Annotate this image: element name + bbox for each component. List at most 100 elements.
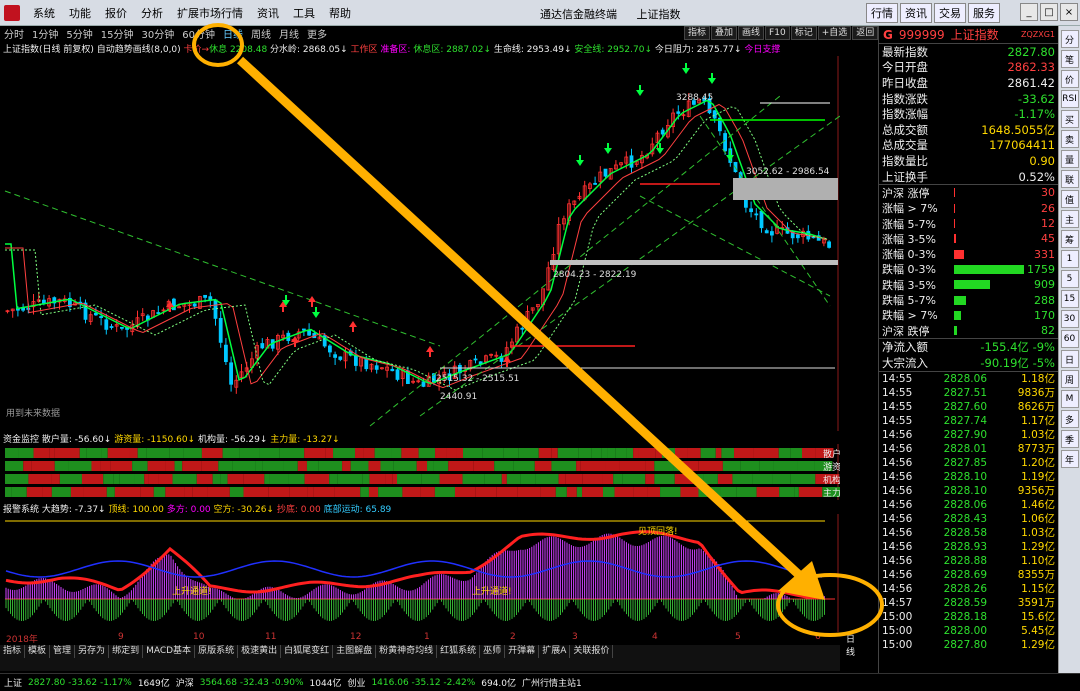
side-button[interactable]: 分 xyxy=(1060,30,1079,48)
menu-item[interactable]: 系统 xyxy=(26,5,62,21)
period-tab[interactable]: 月线 xyxy=(275,26,303,41)
chart-tool-button[interactable]: 返回 xyxy=(852,26,879,40)
quote-label: 指数涨幅 xyxy=(882,107,928,122)
x-tick-label: 9 xyxy=(118,632,124,642)
menu-item[interactable]: 扩展市场行情 xyxy=(170,5,250,21)
side-button[interactable]: RSI xyxy=(1060,90,1079,108)
indicator-tab[interactable]: 指标 xyxy=(0,645,26,658)
chart-tool-button[interactable]: 指标 xyxy=(684,26,711,40)
indicator-tab[interactable]: 极速黄出 xyxy=(238,645,282,658)
fund-flow-cell xyxy=(756,487,780,497)
side-button[interactable]: 卖 xyxy=(1060,130,1079,148)
side-button[interactable]: 60 xyxy=(1060,330,1079,348)
tick-time: 14:56 xyxy=(882,582,913,595)
chart-tool-button[interactable]: F10 xyxy=(765,26,790,40)
side-button[interactable]: 1 xyxy=(1060,250,1079,268)
menu-item[interactable]: 帮助 xyxy=(322,5,358,21)
tick-price: 2828.59 xyxy=(943,596,987,609)
chart-tool-button[interactable]: +自选 xyxy=(817,26,852,40)
x-tick-label: 5 xyxy=(735,632,741,642)
side-button[interactable]: 值 xyxy=(1060,190,1079,208)
quote-name: 上证指数 xyxy=(950,28,999,42)
fund-flow-cell xyxy=(169,448,184,458)
maximize-button[interactable]: □ xyxy=(1040,3,1058,21)
kline-chart[interactable]: 319380.9%299961.8%2880276038.2%256619.1%… xyxy=(0,56,840,431)
tick-time: 14:56 xyxy=(882,442,913,455)
menu-item[interactable]: 资讯 xyxy=(250,5,286,21)
indicator-tab[interactable]: 模板 xyxy=(25,645,51,658)
indicator-tab[interactable]: 主图解盘 xyxy=(333,645,377,658)
breadth-value: 30 xyxy=(1041,186,1055,200)
menu-item[interactable]: 报价 xyxy=(98,5,134,21)
indicator-tab[interactable]: 另存为 xyxy=(75,645,110,658)
alarm-system-chart[interactable]: 100.075.0050.0025.00见顶回落!上升通道!上升通道! xyxy=(0,514,840,632)
side-button[interactable]: 季 xyxy=(1060,430,1079,448)
chart-annotation: 用到未来数据 xyxy=(6,407,60,419)
fund-flow-cell xyxy=(435,448,447,458)
indicator-tab[interactable]: 红狐系统 xyxy=(437,645,481,658)
indicator-tab[interactable]: 白狐尾变红 xyxy=(281,645,334,658)
x-tick-label: 6 xyxy=(815,632,821,642)
fund-flow-cell xyxy=(279,448,305,458)
top-tab[interactable]: 资讯 xyxy=(900,3,932,23)
period-tab[interactable]: 1分钟 xyxy=(28,26,62,41)
minimize-button[interactable]: _ xyxy=(1020,3,1038,21)
side-button[interactable]: 多 xyxy=(1060,410,1079,428)
fund-flow-cell xyxy=(165,487,185,497)
fund-flow-cell xyxy=(212,474,221,484)
period-tab[interactable]: 更多 xyxy=(303,26,331,41)
side-button[interactable]: 年 xyxy=(1060,450,1079,468)
x-tick-label: 2 xyxy=(510,632,516,642)
top-tab[interactable]: 服务 xyxy=(968,3,1000,23)
top-tab[interactable]: 行情 xyxy=(866,3,898,23)
side-button[interactable]: 量 xyxy=(1060,150,1079,168)
indicator-tab[interactable]: 粉黄神奇均线 xyxy=(376,645,438,658)
side-button[interactable]: 日 xyxy=(1060,350,1079,368)
menu-item[interactable]: 工具 xyxy=(286,5,322,21)
period-tab[interactable]: 30分钟 xyxy=(137,26,178,41)
period-tab[interactable]: 日线 xyxy=(219,26,247,41)
close-button[interactable]: × xyxy=(1060,3,1078,21)
side-button[interactable]: 笔 xyxy=(1060,50,1079,68)
top-tab[interactable]: 交易 xyxy=(934,3,966,23)
fund-flow-cell xyxy=(5,474,29,484)
side-button[interactable]: 5 xyxy=(1060,270,1079,288)
indicator-tab[interactable]: 开弹幕 xyxy=(505,645,540,658)
fund-monitor-chart[interactable]: 散户游资机构主力3.000.00 xyxy=(0,444,840,500)
zone-box xyxy=(733,178,838,200)
side-button[interactable]: 筹 xyxy=(1060,230,1079,248)
alarm-system-info: 报警系统 大趋势: -7.37↓ 顶线: 100.00 多方: 0.00 空方:… xyxy=(3,502,838,515)
period-tab[interactable]: 60分钟 xyxy=(178,26,219,41)
period-tab[interactable]: 分时 xyxy=(0,26,28,41)
period-tab[interactable]: 5分钟 xyxy=(62,26,96,41)
period-tab[interactable]: 周线 xyxy=(247,26,275,41)
quote-panel: G 999999 上证指数 ZQZXG1 最新指数 2827.80 今日开盘 2862… xyxy=(878,26,1058,673)
fund-flow-cell xyxy=(779,487,795,497)
side-button[interactable]: 买 xyxy=(1060,110,1079,128)
chart-tool-button[interactable]: 标记 xyxy=(790,26,817,40)
menu-item[interactable]: 功能 xyxy=(62,5,98,21)
fund-flow-cell xyxy=(633,487,648,497)
period-tab[interactable]: 15分钟 xyxy=(97,26,138,41)
menu-item[interactable]: 分析 xyxy=(134,5,170,21)
chart-tool-button[interactable]: 画线 xyxy=(738,26,765,40)
side-button[interactable]: 价 xyxy=(1060,70,1079,88)
fund-flow-cell xyxy=(790,448,803,458)
breadth-bar xyxy=(954,295,966,305)
indicator-tab[interactable]: 巫师 xyxy=(480,645,506,658)
side-button[interactable]: 联 xyxy=(1060,170,1079,188)
quote-row: 指数量比 0.90 xyxy=(879,153,1058,169)
side-button[interactable]: 15 xyxy=(1060,290,1079,308)
indicator-tab[interactable]: 扩展A xyxy=(539,645,571,658)
indicator-tab[interactable]: MACD基本 xyxy=(143,645,196,658)
fund-flow-cell xyxy=(42,487,52,497)
indicator-tab[interactable]: 管理 xyxy=(50,645,76,658)
side-button[interactable]: 30 xyxy=(1060,310,1079,328)
side-button[interactable]: 主 xyxy=(1060,210,1079,228)
chart-tool-button[interactable]: 叠加 xyxy=(711,26,738,40)
indicator-tab[interactable]: 绑定到 xyxy=(109,645,144,658)
indicator-tab[interactable]: 原版系统 xyxy=(195,645,239,658)
side-button[interactable]: 周 xyxy=(1060,370,1079,388)
indicator-tab[interactable]: 关联报价 xyxy=(570,645,614,658)
side-button[interactable]: M xyxy=(1060,390,1079,408)
